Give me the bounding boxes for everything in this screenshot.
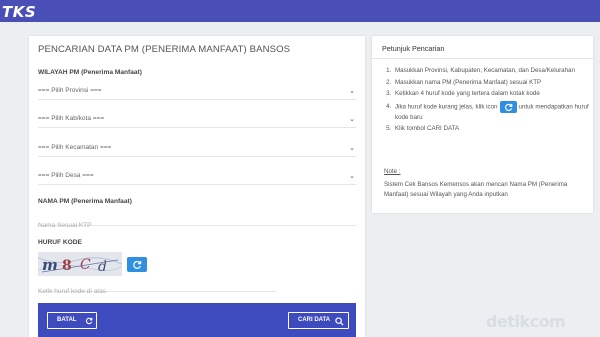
chevron-down-icon: ⌄ <box>349 173 355 180</box>
desa-select[interactable]: === Pilih Desa === ⌄ <box>38 171 356 185</box>
provinsi-select-value: === Pilih Provinsi === <box>38 87 102 94</box>
logo: TKS <box>2 3 37 21</box>
instruction-step: Masukkan Provinsi, Kabupaten, Kecamatan,… <box>393 66 589 76</box>
batal-button[interactable]: BATAL <box>47 312 97 329</box>
chevron-down-icon: ⌄ <box>349 88 355 95</box>
note-text: Sistem Cek Bansos Kemensos akan mencari … <box>384 181 568 198</box>
nama-input[interactable] <box>38 220 356 231</box>
captcha-char: d <box>98 259 107 275</box>
instruction-step-4-before: Jika huruf kode kurang jelas, klik icon <box>395 103 498 111</box>
kabkota-select-value: === Pilih Kab/kota === <box>38 115 105 122</box>
instructions-title: Petunjuk Pencarian <box>382 44 445 53</box>
nama-label: NAMA PM (Penerima Manfaat) <box>38 198 132 205</box>
instruction-step: Klik tombol CARI DATA <box>393 124 589 134</box>
refresh-icon-inline <box>499 100 517 113</box>
refresh-icon <box>504 103 512 111</box>
kabkota-select[interactable]: === Pilih Kab/kota === ⌄ <box>38 114 356 128</box>
kode-input[interactable] <box>38 286 276 297</box>
kode-field-wrapper <box>38 280 276 297</box>
refresh-captcha-button[interactable] <box>127 257 147 272</box>
kecamatan-select-value: === Pilih Kecamatan === <box>38 144 112 151</box>
note-label: Note : <box>384 168 401 175</box>
kecamatan-select[interactable]: === Pilih Kecamatan === ⌄ <box>38 143 356 157</box>
captcha-char: 8 <box>62 258 72 274</box>
refresh-icon <box>85 317 93 325</box>
nama-field-wrapper <box>38 214 356 231</box>
form-title: PENCARIAN DATA PM (PENERIMA MANFAAT) BAN… <box>38 44 291 55</box>
instructions-list: Masukkan Provinsi, Kabupaten, Kecamatan,… <box>393 66 589 136</box>
top-header-bar: TKS <box>0 0 600 22</box>
watermark: detikcom <box>486 312 566 331</box>
wilayah-label: WILAYAH PM (Penerima Manfaat) <box>38 69 142 76</box>
kode-label: HURUF KODE <box>38 239 82 246</box>
refresh-icon <box>133 260 142 269</box>
desa-select-value: === Pilih Desa === <box>38 172 94 179</box>
captcha-graphic: m 8 C d <box>38 256 122 275</box>
instruction-step: Jika huruf kode kurang jelas, klik iconu… <box>393 100 589 123</box>
chevron-down-icon: ⌄ <box>349 145 355 152</box>
instruction-step: Masukkan nama PM (Penerima Manfaat) sesu… <box>393 78 589 88</box>
search-icon <box>335 317 344 326</box>
form-action-bar: BATAL CARI DATA <box>38 303 356 337</box>
chevron-down-icon: ⌄ <box>349 116 355 123</box>
provinsi-select[interactable]: === Pilih Provinsi === ⌄ <box>38 86 356 100</box>
captcha-image: m 8 C d <box>38 252 122 276</box>
instruction-step: Ketikkan 4 huruf kode yang tertera dalam… <box>393 89 589 99</box>
cari-data-button-label: CARI DATA <box>298 317 331 323</box>
batal-button-label: BATAL <box>57 317 77 323</box>
instructions-divider <box>372 58 593 59</box>
cari-data-button[interactable]: CARI DATA <box>288 312 349 329</box>
